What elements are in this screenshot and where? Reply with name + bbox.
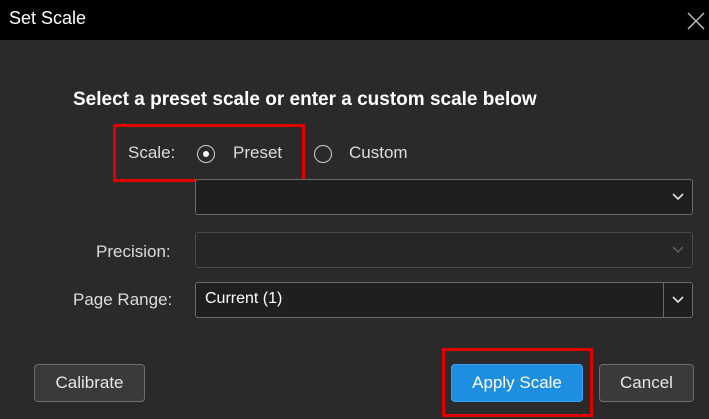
precision-label: Precision:: [96, 242, 171, 261]
dialog-heading: Select a preset scale or enter a custom …: [73, 89, 537, 110]
close-button[interactable]: [681, 8, 709, 34]
page-range-select[interactable]: Current (1): [195, 282, 693, 318]
precision-select[interactable]: [195, 232, 693, 268]
chevron-down-icon: [672, 246, 684, 254]
calibrate-button[interactable]: Calibrate: [34, 364, 145, 402]
custom-radio-label[interactable]: Custom: [349, 143, 408, 163]
close-icon: [687, 12, 705, 30]
dialog-title: Set Scale: [9, 8, 87, 28]
page-range-dropdown-button[interactable]: [663, 283, 692, 317]
scale-highlight-box: [113, 124, 305, 182]
chevron-down-icon: [672, 193, 684, 201]
custom-radio[interactable]: [314, 145, 332, 163]
preset-scale-select[interactable]: [195, 179, 693, 215]
cancel-button[interactable]: Cancel: [599, 364, 694, 402]
set-scale-dialog: Set Scale Select a preset scale or enter…: [0, 0, 709, 419]
page-range-value: Current (1): [205, 290, 283, 307]
apply-highlight-box: [442, 348, 593, 417]
precision-dropdown-button[interactable]: [664, 233, 692, 267]
preset-scale-dropdown-button[interactable]: [664, 180, 692, 214]
page-range-label: Page Range:: [73, 290, 173, 309]
chevron-down-icon: [672, 296, 684, 304]
title-bar: Set Scale: [0, 0, 709, 40]
